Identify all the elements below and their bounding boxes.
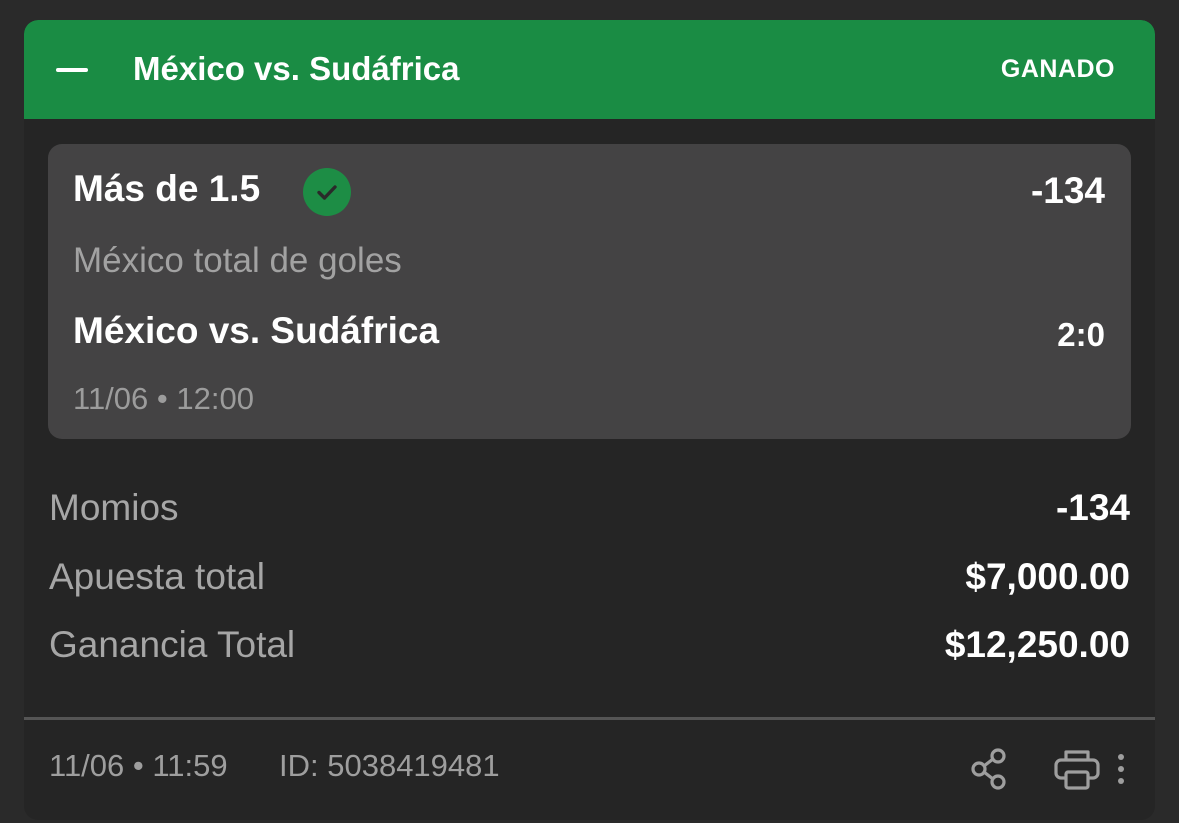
bet-header: México vs. Sudáfrica GANADO [24, 20, 1155, 119]
more-vertical-icon[interactable] [1110, 752, 1132, 788]
bet-slip-card: México vs. Sudáfrica GANADO Más de 1.5 -… [24, 20, 1155, 820]
stake-value: $7,000.00 [965, 556, 1130, 597]
share-icon[interactable] [967, 746, 1013, 792]
payout-label: Ganancia Total [49, 624, 296, 665]
odds-label: Momios [49, 487, 179, 528]
summary-row-odds: Momios -134 [49, 487, 1130, 535]
footer-datetime: 11/06 • 11:59 [49, 748, 228, 783]
odds-value: -134 [1055, 487, 1130, 528]
stake-label: Apuesta total [49, 556, 265, 597]
selection-name: Más de 1.5 [73, 168, 261, 209]
selection-odds: -134 [1030, 170, 1105, 211]
minus-icon[interactable] [52, 54, 92, 84]
selection-event: México vs. Sudáfrica [73, 310, 440, 351]
status-badge: GANADO [1000, 55, 1115, 83]
summary-row-payout: Ganancia Total $12,250.00 [49, 624, 1130, 672]
selection-market: México total de goles [73, 241, 402, 280]
selection-panel: Más de 1.5 -134 México total de goles Mé… [48, 144, 1131, 439]
selection-score: 2:0 [1057, 316, 1105, 353]
summary-row-stake: Apuesta total $7,000.00 [49, 556, 1130, 604]
divider [24, 717, 1155, 720]
payout-value: $12,250.00 [944, 624, 1130, 665]
selection-datetime: 11/06 • 12:00 [73, 381, 254, 416]
header-title: México vs. Sudáfrica [133, 50, 460, 87]
check-circle-icon [303, 168, 351, 216]
print-icon[interactable] [1052, 746, 1102, 792]
bet-id: ID: 5038419481 [279, 748, 500, 783]
